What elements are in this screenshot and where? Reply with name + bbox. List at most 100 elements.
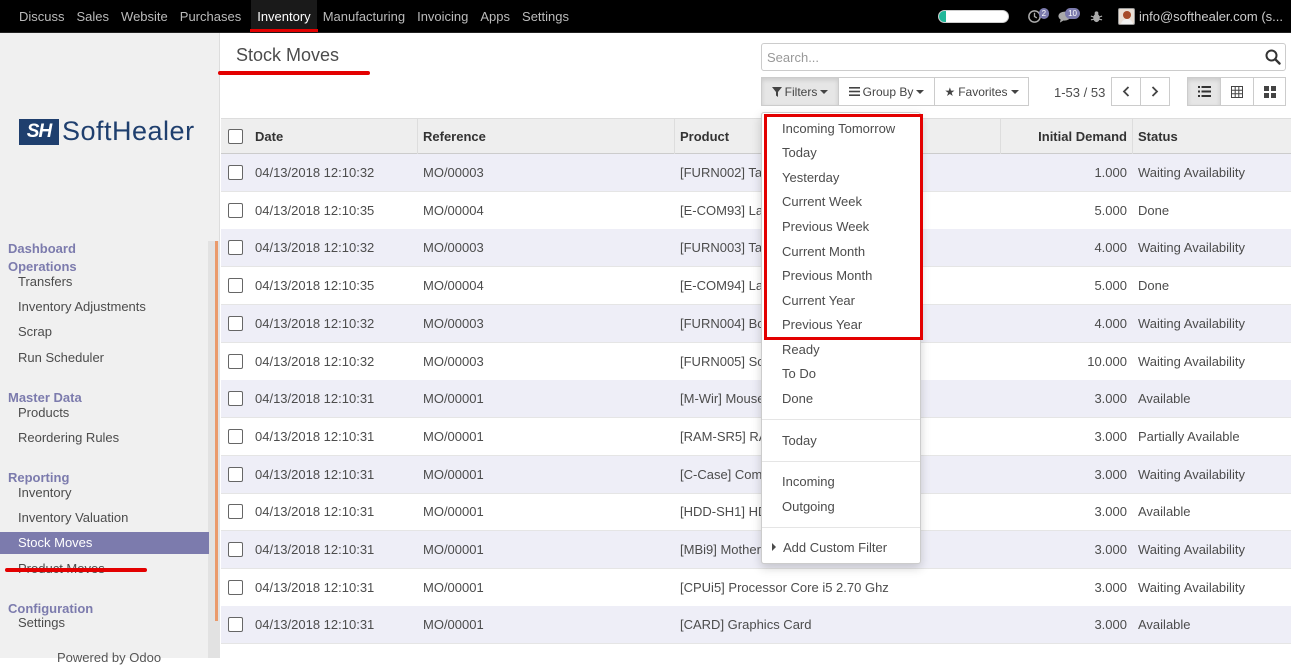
filter-option-done[interactable]: Done — [762, 390, 920, 408]
sidebar-item-run-scheduler[interactable]: Run Scheduler — [0, 347, 209, 369]
filter-option-current-year[interactable]: Current Year — [762, 292, 920, 310]
sidebar-item-inventory[interactable]: Inventory — [0, 482, 209, 504]
sidebar-item-stock-moves[interactable]: Stock Moves — [0, 532, 209, 554]
row-checkbox[interactable] — [228, 278, 243, 294]
filter-option-to-do[interactable]: To Do — [762, 365, 920, 383]
app-menu-item-website[interactable]: Website — [115, 0, 174, 33]
sidebar-item-scrap[interactable]: Scrap — [0, 321, 209, 343]
row-checkbox[interactable] — [228, 542, 243, 557]
groupby-label: Group By — [862, 84, 914, 99]
cell-date: 04/13/2018 12:10:31 — [255, 579, 375, 595]
kanban-view-button[interactable] — [1253, 77, 1286, 106]
app-menu-item-inventory[interactable]: Inventory — [250, 0, 319, 33]
row-checkbox[interactable] — [228, 315, 243, 331]
app-menu-item-sales[interactable]: Sales — [71, 0, 116, 33]
pager-previous-button[interactable] — [1111, 77, 1141, 106]
sidebar-item-inventory-adjustments[interactable]: Inventory Adjustments — [0, 296, 209, 318]
filters-button[interactable]: Filters — [761, 77, 839, 106]
search-input[interactable] — [762, 44, 1242, 70]
cell-reference: MO/00004 — [423, 278, 484, 294]
filter-option-previous-year[interactable]: Previous Year — [762, 316, 920, 334]
filter-option-yesterday[interactable]: Yesterday — [762, 169, 920, 187]
sidebar-item-settings[interactable]: Settings — [0, 612, 209, 634]
filter-option-incoming-tomorrow[interactable]: Incoming Tomorrow — [762, 120, 920, 138]
filter-option-ready[interactable]: Ready — [762, 341, 920, 359]
messages-icon[interactable]: 10 — [1056, 7, 1081, 26]
filter-option-current-week[interactable]: Current Week — [762, 193, 920, 211]
column-initial-demand[interactable]: Initial Demand — [1006, 119, 1127, 155]
app-menu-item-apps[interactable]: Apps — [474, 0, 516, 33]
table-row[interactable]: 04/13/2018 12:10:35 MO/00004 [E-COM93] La 5… — [221, 192, 1291, 230]
table-row[interactable]: 04/13/2018 12:10:31 MO/00001 [RAM-SR5] RA 3… — [221, 418, 1291, 456]
app-menu-item-discuss[interactable]: Discuss — [13, 0, 71, 33]
cell-reference: MO/00001 — [423, 428, 484, 444]
row-checkbox[interactable] — [228, 617, 243, 633]
sidebar-item-reordering-rules[interactable]: Reordering Rules — [0, 427, 209, 449]
sidebar-item-products[interactable]: Products — [0, 402, 209, 424]
row-checkbox[interactable] — [228, 391, 243, 407]
table-row[interactable]: 04/13/2018 12:10:31 MO/00001 [HDD-SH1] HD 3… — [221, 493, 1291, 532]
cell-initial-demand: 3.000 — [1094, 617, 1127, 633]
filter-option-today[interactable]: Today — [762, 144, 920, 162]
filter-option-today[interactable]: Today — [762, 432, 920, 450]
cell-initial-demand: 5.000 — [1094, 278, 1127, 294]
search-icon[interactable] — [1265, 49, 1281, 65]
sidebar-section-dashboard[interactable]: Dashboard — [8, 241, 76, 256]
table-row[interactable]: 04/13/2018 12:10:32 MO/00003 [FURN005] So 1… — [221, 343, 1291, 381]
filter-option-outgoing[interactable]: Outgoing — [762, 498, 920, 516]
column-date[interactable]: Date — [255, 119, 283, 155]
user-menu[interactable]: info@softhealer.com (s... — [1139, 9, 1283, 24]
annotation-underline — [5, 568, 147, 572]
row-checkbox[interactable] — [228, 240, 243, 256]
list-view-button[interactable] — [1187, 77, 1221, 106]
table-row[interactable]: 04/13/2018 12:10:31 MO/00001 [MBi9] Mother… — [221, 531, 1291, 569]
pager-value[interactable]: 1-53 / 53 — [1054, 85, 1105, 100]
progress-bar[interactable] — [938, 10, 1010, 23]
sidebar-item-transfers[interactable]: Transfers — [0, 271, 209, 293]
sidebar-scroll-thumb[interactable] — [215, 241, 218, 621]
sidebar-scrollbar[interactable] — [208, 241, 220, 658]
cell-reference: MO/00001 — [423, 579, 484, 595]
table-row[interactable]: 04/13/2018 12:10:32 MO/00003 [FURN002] Ta 1… — [221, 154, 1291, 192]
chat-icon[interactable]: 2 — [1025, 7, 1050, 26]
star-icon: ★ — [944, 84, 956, 99]
cell-status: Partially Available — [1138, 428, 1240, 444]
app-menu-item-settings[interactable]: Settings — [516, 0, 575, 33]
table-row[interactable]: 04/13/2018 12:10:31 MO/00001 [CPUi5] Proce… — [221, 569, 1291, 607]
row-checkbox[interactable] — [228, 165, 243, 180]
table-row[interactable]: 04/13/2018 12:10:32 MO/00003 [FURN003] Ta 4… — [221, 229, 1291, 268]
page-title: Stock Moves — [236, 45, 340, 65]
column-status[interactable]: Status — [1138, 119, 1178, 155]
table-row[interactable]: 04/13/2018 12:10:31 MO/00001 [M-Wir] Mouse… — [221, 380, 1291, 419]
column-product[interactable]: Product — [680, 119, 729, 155]
filter-option-previous-month[interactable]: Previous Month — [762, 267, 920, 285]
row-checkbox[interactable] — [228, 428, 243, 444]
row-checkbox[interactable] — [228, 353, 243, 369]
app-menu-item-manufacturing[interactable]: Manufacturing — [317, 0, 411, 33]
app-menu-item-invoicing[interactable]: Invoicing — [411, 0, 474, 33]
bug-icon[interactable] — [1087, 8, 1105, 26]
app-menu-item-purchases[interactable]: Purchases — [174, 0, 247, 33]
table-row[interactable]: 04/13/2018 12:10:31 MO/00001 [CARD] Graphi… — [221, 606, 1291, 645]
row-checkbox[interactable] — [228, 466, 243, 482]
cell-initial-demand: 3.000 — [1094, 428, 1127, 444]
filter-option-current-month[interactable]: Current Month — [762, 243, 920, 261]
sidebar-item-inventory-valuation[interactable]: Inventory Valuation — [0, 507, 209, 529]
groupby-button[interactable]: Group By — [838, 77, 935, 106]
sidebar: SH SoftHealer Dashboard Operations Transfe… — [0, 33, 220, 665]
table-row[interactable]: 04/13/2018 12:10:31 MO/00001 [C-Case] Com 3… — [221, 455, 1291, 494]
favorites-button[interactable]: ★ Favorites — [934, 77, 1029, 106]
filter-option-previous-week[interactable]: Previous Week — [762, 218, 920, 236]
filter-option-incoming[interactable]: Incoming — [762, 473, 920, 491]
row-checkbox[interactable] — [228, 504, 243, 520]
pivot-view-button[interactable] — [1220, 77, 1254, 106]
select-all-checkbox[interactable] — [228, 129, 243, 144]
column-reference[interactable]: Reference — [423, 119, 486, 155]
add-custom-filter[interactable]: Add Custom Filter — [762, 539, 920, 557]
user-avatar[interactable] — [1118, 8, 1136, 25]
row-checkbox[interactable] — [228, 202, 243, 218]
table-row[interactable]: 04/13/2018 12:10:32 MO/00003 [FURN004] Bo 4… — [221, 304, 1291, 343]
row-checkbox[interactable] — [228, 579, 243, 595]
table-row[interactable]: 04/13/2018 12:10:35 MO/00004 [E-COM94] La 5… — [221, 267, 1291, 306]
pager-next-button[interactable] — [1140, 77, 1170, 106]
